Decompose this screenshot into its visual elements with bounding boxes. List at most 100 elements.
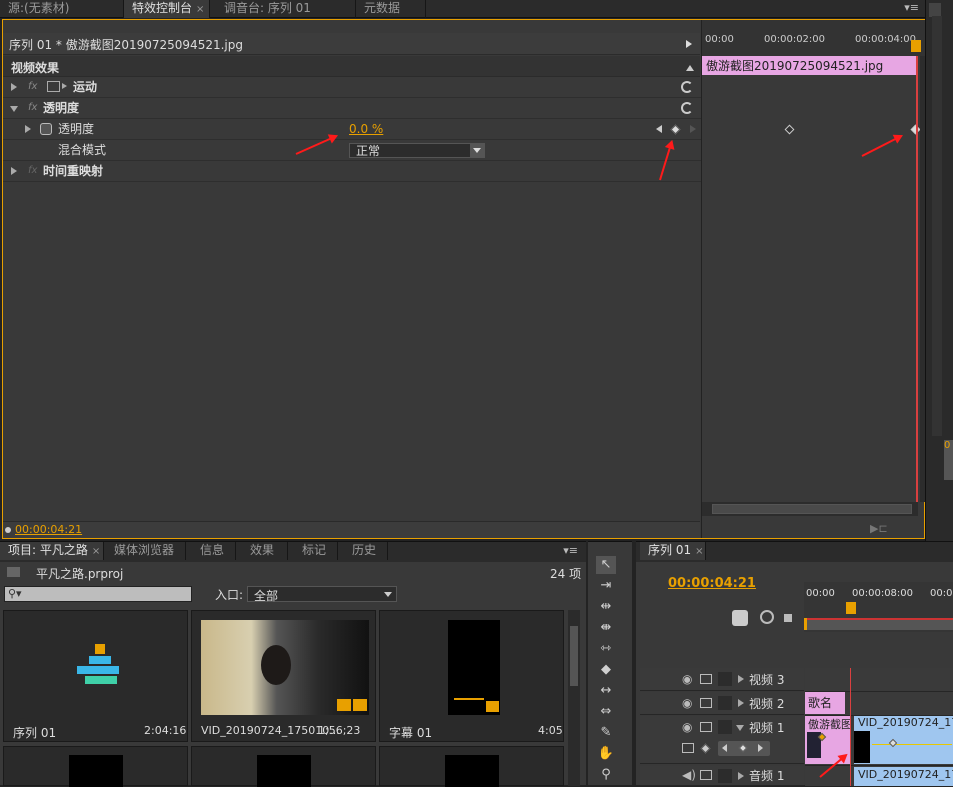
track-header-v3[interactable]: ◉ 视频 3 (640, 668, 804, 691)
effect-row-opacity[interactable]: fx 透明度 (3, 98, 703, 119)
opacity-rubberband[interactable] (872, 744, 952, 745)
marker-icon[interactable] (760, 610, 774, 624)
opacity-value[interactable]: 0.0 % (349, 119, 383, 139)
reset-icon[interactable] (681, 102, 693, 114)
snap-icon[interactable] (732, 610, 748, 626)
clip-video[interactable]: VID_20190724_175 (854, 716, 953, 764)
selection-tool-icon[interactable]: ↖ (596, 556, 616, 574)
transform-icon[interactable] (47, 81, 60, 92)
sequence-marker-icon[interactable] (784, 614, 792, 622)
expand-icon[interactable] (25, 125, 31, 133)
reset-icon[interactable] (681, 81, 693, 93)
show-keyframes-icon[interactable] (700, 743, 711, 754)
hand-tool-icon[interactable]: ✋ (596, 745, 616, 763)
timeline-ruler[interactable]: 00:00 00:00:08:00 00:0 (804, 582, 953, 632)
tab-effect-controls[interactable]: 特效控制台 × (124, 0, 210, 18)
collapse-icon[interactable] (686, 65, 694, 71)
close-icon[interactable]: × (695, 546, 703, 557)
lock-icon[interactable] (718, 720, 732, 734)
effect-clip-bar[interactable]: 傲游截图20190725094521.jpg (702, 56, 918, 75)
track-header-v2[interactable]: ◉ 视频 2 (640, 692, 804, 715)
project-item-sequence[interactable]: 序列 01 2:04:16 (3, 610, 188, 742)
project-item-video[interactable]: VID_20190724_175010... 1;56;23 (191, 610, 376, 742)
project-item[interactable] (191, 746, 376, 787)
collapse-icon[interactable] (736, 725, 744, 731)
tab-source[interactable]: 源:(无素材) (0, 0, 124, 18)
stopwatch-icon[interactable] (40, 123, 52, 135)
tab-sequence[interactable]: 序列 01 × (640, 542, 706, 560)
clip-title[interactable]: 歌名 (805, 692, 845, 714)
zoom-tool-icon[interactable]: ⚲ (596, 766, 616, 784)
rate-stretch-tool-icon[interactable]: ⇿ (596, 640, 616, 658)
keyframe-1[interactable] (784, 124, 795, 135)
close-icon[interactable]: × (92, 546, 100, 557)
tab-audio-mixer[interactable]: 调音台: 序列 01 (216, 0, 356, 18)
track-select-tool-icon[interactable]: ⇥ (596, 577, 616, 595)
tab-markers[interactable]: 标记 (294, 542, 338, 560)
expand-icon[interactable] (738, 675, 744, 683)
add-keyframe-icon[interactable] (738, 743, 748, 753)
blend-mode-select[interactable]: 正常 (349, 143, 485, 158)
rolling-edit-tool-icon[interactable]: ⇼ (596, 619, 616, 637)
tab-metadata[interactable]: 元数据 (356, 0, 426, 18)
fx-icon[interactable]: fx (28, 77, 37, 97)
panel-menu-icon[interactable]: ▾≡ (904, 1, 919, 14)
pen-tool-icon[interactable]: ✎ (596, 724, 616, 742)
slip-tool-icon[interactable]: ↔ (596, 682, 616, 700)
effect-ruler[interactable]: 00:00 00:00:02:00 00:00:04:00 (702, 20, 925, 56)
effect-hscroll[interactable] (702, 502, 918, 516)
panel-menu-icon[interactable]: ▾≡ (563, 544, 578, 557)
prev-keyframe-icon[interactable] (656, 125, 662, 133)
track-header-v1[interactable]: ◉ 视频 1 (640, 716, 804, 764)
slide-tool-icon[interactable]: ⇔ (596, 703, 616, 721)
close-icon[interactable]: × (196, 4, 204, 15)
display-style-icon[interactable] (682, 743, 694, 753)
next-keyframe-icon[interactable] (690, 125, 696, 133)
collapse-icon[interactable] (10, 106, 18, 112)
clip-keyframe[interactable] (888, 738, 898, 748)
effect-vscroll[interactable] (920, 56, 925, 502)
keyframe-nav[interactable] (718, 741, 770, 756)
timeline-timecode[interactable]: 00:00:04:21 (668, 576, 756, 591)
project-item-title[interactable]: 字幕 01 4:05 (379, 610, 564, 742)
add-keyframe-icon[interactable] (670, 124, 681, 135)
eye-icon[interactable]: ◉ (682, 720, 692, 734)
search-input[interactable]: ⚲▾ (4, 586, 192, 602)
tab-media-browser[interactable]: 媒体浏览器 (106, 542, 186, 560)
effect-row-motion[interactable]: fx 运动 (3, 77, 703, 98)
effect-row-time-remap[interactable]: fx 时间重映射 (3, 161, 703, 182)
chevron-down-icon[interactable] (470, 144, 484, 157)
expand-icon[interactable] (738, 699, 744, 707)
tab-history[interactable]: 历史 (344, 542, 388, 560)
expand-icon[interactable] (738, 772, 744, 780)
right-edge-scroll[interactable]: 0 (944, 440, 953, 480)
lock-icon[interactable] (718, 696, 732, 710)
expand-icon[interactable] (11, 167, 17, 175)
eye-icon[interactable]: ◉ (682, 672, 692, 686)
ripple-edit-tool-icon[interactable]: ⇹ (596, 598, 616, 616)
chevron-down-icon[interactable] (384, 592, 392, 597)
timeline-playhead-handle[interactable] (846, 602, 856, 614)
razor-tool-icon[interactable]: ◆ (596, 661, 616, 679)
tab-info[interactable]: 信息 (192, 542, 236, 560)
next-keyframe-icon[interactable] (758, 744, 763, 752)
lock-icon[interactable] (718, 672, 732, 686)
play-clip-icon[interactable] (686, 40, 692, 48)
lock-icon[interactable] (718, 769, 732, 783)
fx-icon[interactable]: fx (28, 98, 37, 118)
tab-effects[interactable]: 效果 (242, 542, 288, 560)
project-item[interactable] (3, 746, 188, 787)
speaker-icon[interactable]: ◀) (682, 768, 696, 782)
track-header-a1[interactable]: ◀) 音频 1 (640, 766, 804, 786)
expand-icon[interactable] (11, 83, 17, 91)
clip-audio[interactable]: VID_20190724_175 (854, 767, 953, 786)
work-area-bar[interactable] (804, 618, 953, 630)
eye-icon[interactable]: ◉ (682, 696, 692, 710)
playhead-handle[interactable] (911, 40, 921, 52)
effects-timecode[interactable]: 00:00:04:21 (15, 523, 82, 536)
prev-keyframe-icon[interactable] (722, 744, 727, 752)
export-frame-icon[interactable]: ▶⊏ (870, 522, 888, 535)
tab-project[interactable]: 项目: 平凡之路 × (0, 542, 104, 560)
in-point-select[interactable]: 全部 (247, 586, 397, 603)
project-scrollbar[interactable] (568, 610, 580, 786)
